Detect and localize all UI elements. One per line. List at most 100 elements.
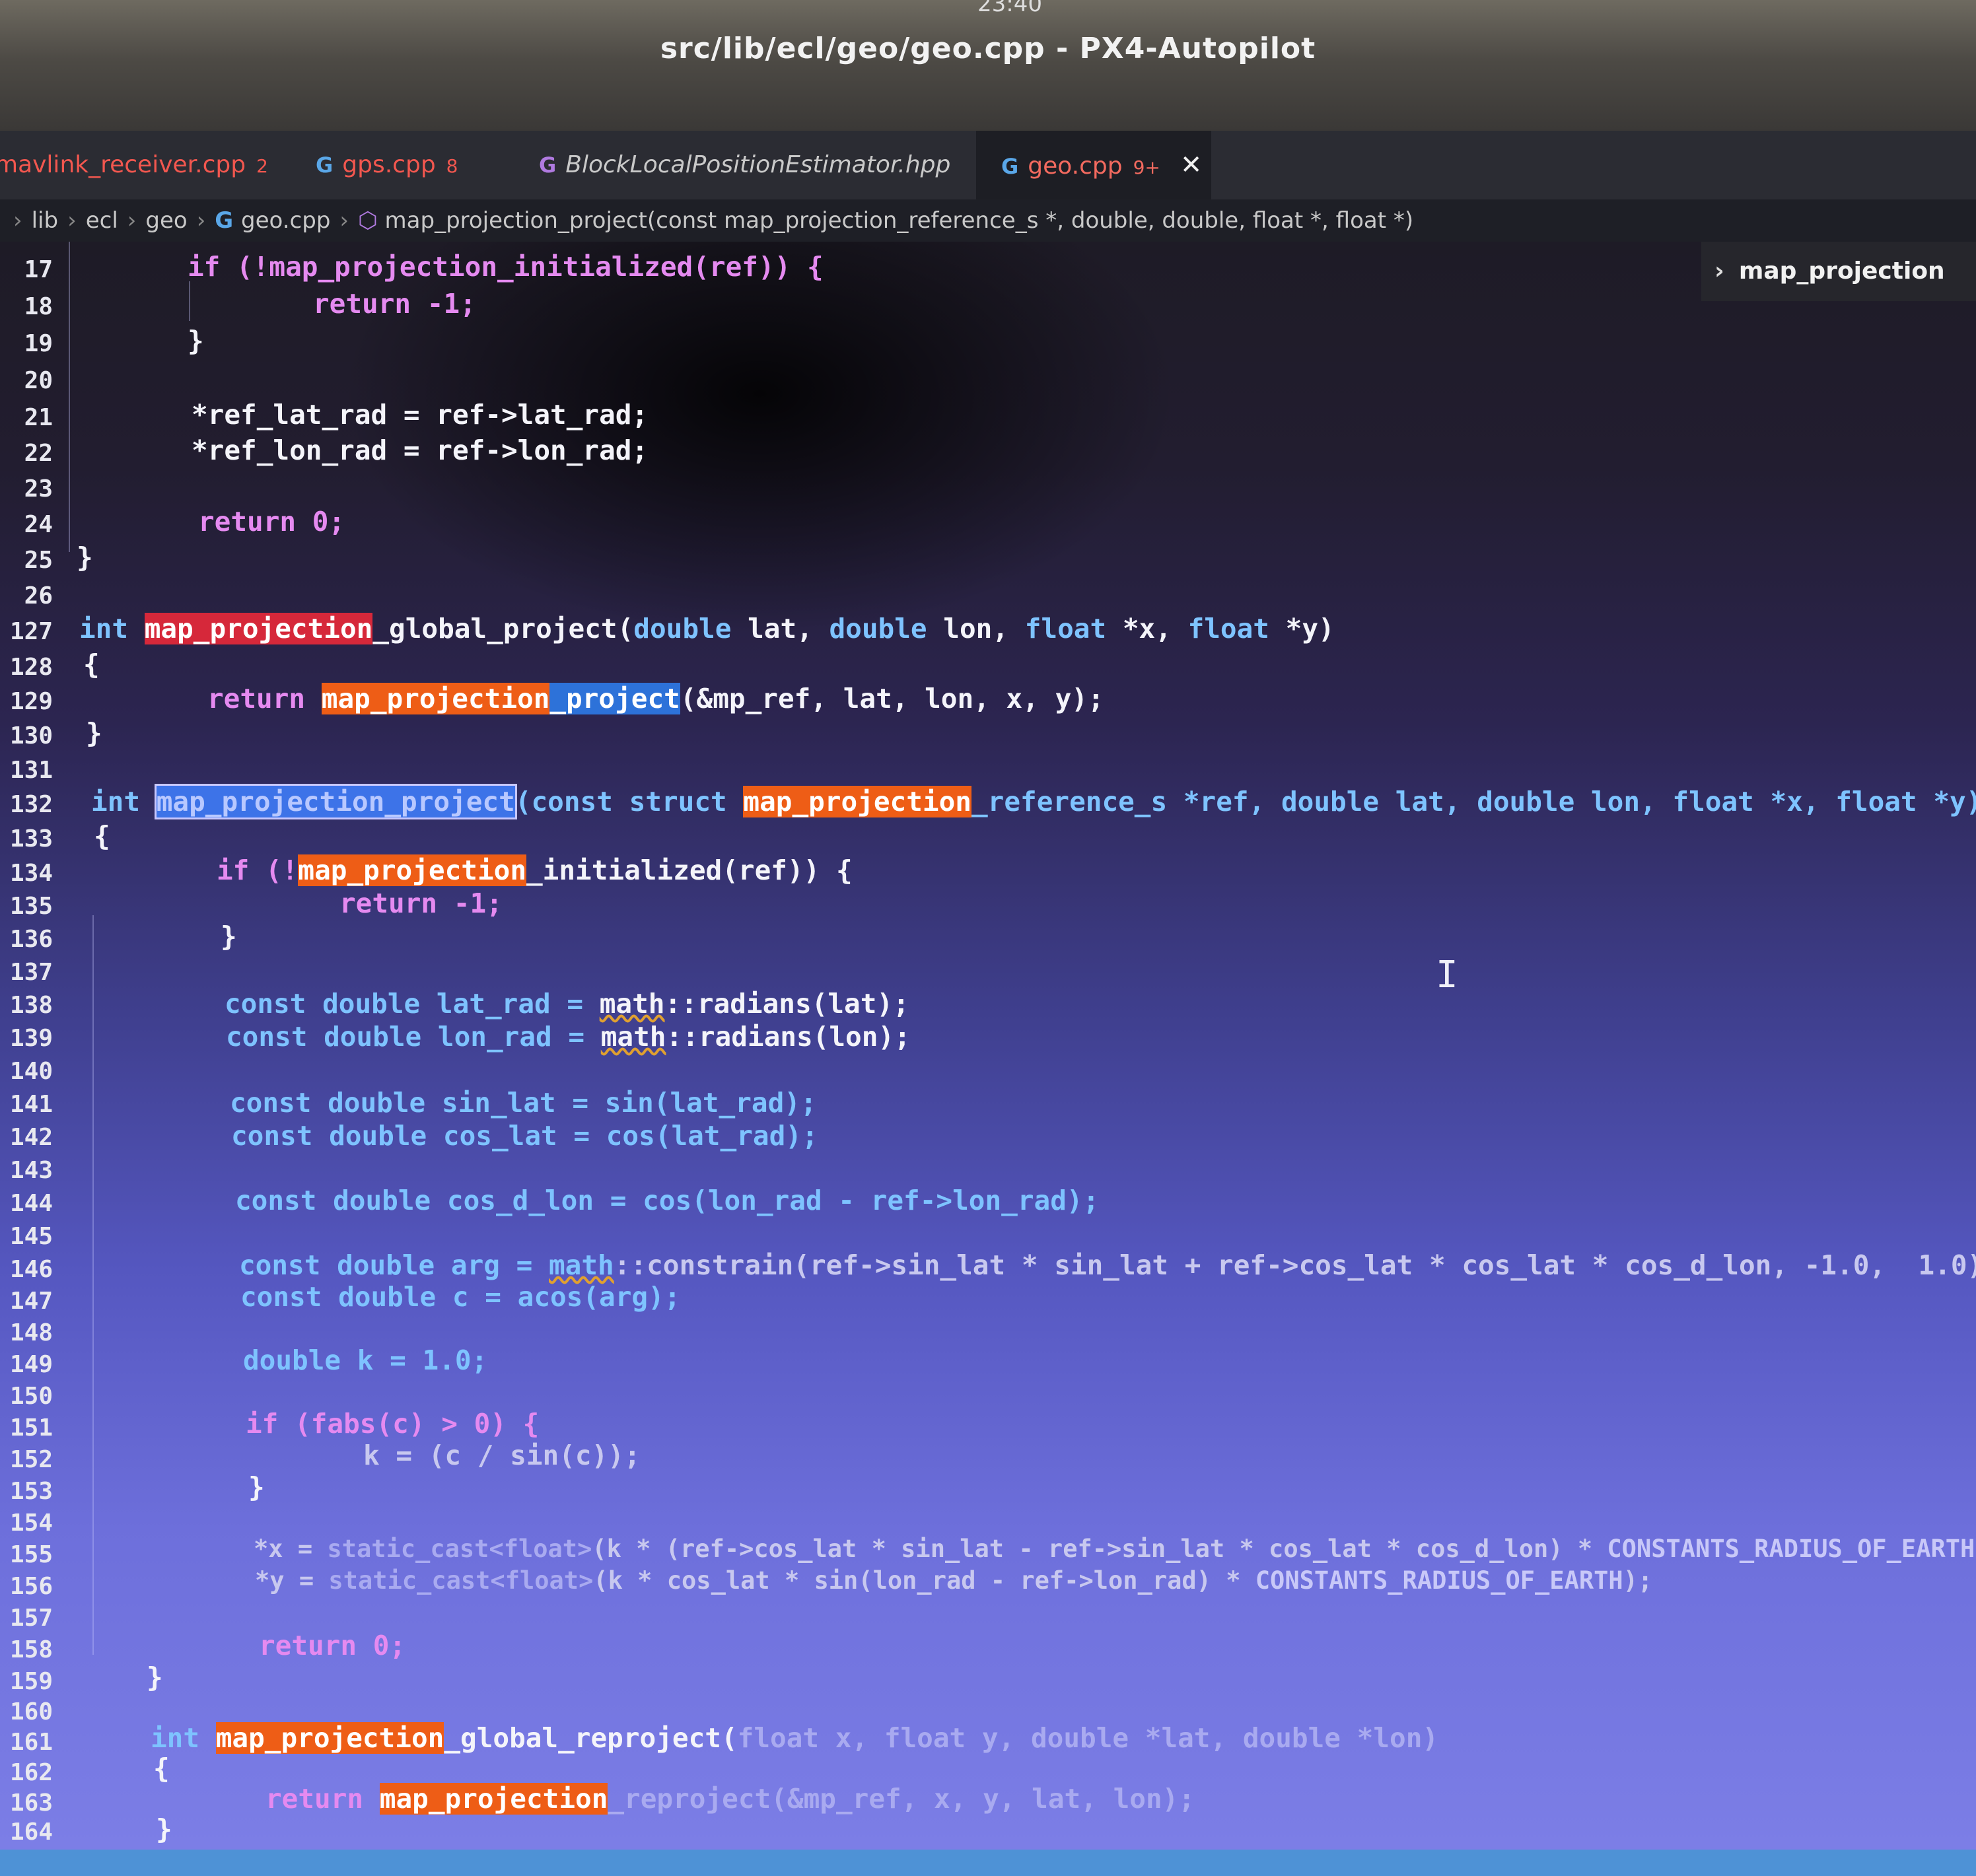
line-number: 152 [9, 1446, 53, 1473]
line-number: 21 [24, 404, 53, 431]
chevron-right-icon: › [13, 207, 22, 234]
line-number: 134 [9, 860, 53, 887]
breadcrumb-symbol[interactable]: map_projection_project(const map_project… [385, 207, 1414, 234]
cpp-file-icon: G [1001, 154, 1019, 179]
problem-count-badge: 2 [256, 155, 268, 177]
code-line: } [77, 541, 93, 573]
line-number: 24 [24, 511, 53, 538]
indent-guide [69, 242, 70, 552]
line-number: 153 [9, 1478, 53, 1505]
line-number: 162 [9, 1759, 53, 1786]
code-line: } [221, 921, 237, 952]
code-line: const double lat_rad = math::radians(lat… [225, 988, 909, 1020]
tab-label: BlockLocalPositionEstimator.hpp [565, 151, 951, 178]
line-number: 129 [9, 688, 53, 715]
line-number: 136 [9, 926, 53, 953]
breadcrumb-item-ecl[interactable]: ecl [86, 207, 118, 234]
line-number: 156 [9, 1573, 53, 1600]
chevron-right-icon: › [67, 207, 77, 234]
line-number: 133 [9, 825, 53, 852]
search-match: map_projection [743, 786, 971, 817]
search-match: map_projection [298, 854, 526, 886]
breadcrumb-item-lib[interactable]: lib [32, 207, 58, 234]
cpp-file-icon: G [316, 153, 334, 178]
code-line: return 0; [198, 506, 345, 538]
line-number: 139 [9, 1025, 53, 1052]
code-line: } [147, 1661, 163, 1693]
line-number: 157 [9, 1605, 53, 1632]
close-icon[interactable]: ✕ [1180, 150, 1203, 180]
line-number: 23 [24, 475, 53, 503]
line-number-gutter: 17 18 19 20 21 22 23 24 25 26 127 128 12… [0, 242, 66, 1850]
line-number: 161 [9, 1729, 53, 1756]
chevron-right-icon: › [196, 207, 206, 234]
code-line: k = (c / sin(c)); [363, 1440, 641, 1471]
line-number: 25 [24, 547, 53, 574]
line-number: 132 [9, 791, 53, 818]
cpp-header-file-icon: G [539, 153, 557, 178]
code-line: const double sin_lat = sin(lat_rad); [230, 1087, 817, 1119]
code-line: } [156, 1813, 172, 1845]
code-line: const double cos_d_lon = cos(lon_rad - r… [235, 1185, 1100, 1216]
code-line: { [94, 820, 110, 852]
line-number: 137 [9, 959, 53, 986]
code-line: int map_projection_project(const struct … [91, 786, 1976, 817]
line-number: 138 [9, 992, 53, 1019]
line-number: 140 [9, 1058, 53, 1085]
code-line: if (fabs(c) > 0) { [246, 1408, 540, 1440]
sticky-scroll-header[interactable]: › map_projection [1701, 242, 1976, 301]
code-line: const double cos_lat = cos(lat_rad); [231, 1120, 818, 1152]
line-number: 128 [9, 654, 53, 681]
code-line: } [86, 717, 102, 749]
code-line: *y = static_cast<float>(k * cos_lat * si… [255, 1566, 1653, 1595]
code-line: int map_projection_global_project(double… [79, 613, 1335, 644]
line-number: 145 [9, 1223, 53, 1250]
line-number: 26 [24, 582, 53, 609]
line-number: 130 [9, 722, 53, 749]
status-bar [0, 1850, 1976, 1876]
line-number: 158 [9, 1636, 53, 1663]
breadcrumb-item-geo[interactable]: geo [145, 207, 187, 234]
code-line: const double lon_rad = math::radians(lon… [226, 1021, 911, 1053]
chevron-right-icon: › [127, 207, 137, 234]
line-number: 149 [9, 1351, 53, 1378]
line-number: 150 [9, 1383, 53, 1410]
clock: 23:40 [977, 0, 1042, 17]
search-match-current: map_projection [144, 613, 373, 644]
cpp-file-icon: G [215, 207, 242, 234]
code-line: { [153, 1753, 170, 1784]
code-line: *x = static_cast<float>(k * (ref->cos_la… [254, 1535, 1976, 1563]
line-number: 22 [24, 440, 53, 467]
search-match: map_projection [321, 683, 550, 714]
problem-count-badge: 9+ [1133, 156, 1160, 178]
sticky-scroll-label: map_projection [1738, 258, 1945, 285]
line-number: 127 [9, 618, 53, 645]
line-number: 144 [9, 1190, 53, 1217]
selected-text: map_projection_project [156, 786, 515, 817]
code-editor[interactable]: 17 18 19 20 21 22 23 24 25 26 127 128 12… [0, 242, 1976, 1850]
line-number: 143 [9, 1157, 53, 1184]
line-number: 142 [9, 1124, 53, 1151]
line-number: 135 [9, 893, 53, 920]
code-line: const double c = acos(arg); [240, 1281, 681, 1313]
tab-gps[interactable]: Ggps.cpp 8 [316, 131, 458, 199]
line-number: 18 [24, 293, 53, 320]
tab-block-local-position-estimator[interactable]: G BlockLocalPositionEstimator.hpp [539, 131, 950, 199]
line-number: 146 [9, 1256, 53, 1283]
code-line: return -1; [339, 887, 503, 919]
text-cursor-icon: I [1436, 954, 1458, 996]
code-line: *ref_lat_rad = ref->lat_rad; [192, 399, 649, 431]
tab-bar: mavlink_receiver.cpp 2 Ggps.cpp 8 G BlockLo… [0, 131, 1976, 199]
breadcrumb-item-file[interactable]: geo.cpp [241, 207, 330, 234]
line-number: 163 [9, 1789, 53, 1817]
problem-count-badge: 8 [446, 155, 458, 177]
code-line: int map_projection_global_reproject(floa… [151, 1722, 1439, 1754]
line-number: 154 [9, 1510, 53, 1537]
tab-geo-active[interactable]: Ggeo.cpp 9+ ✕ [976, 131, 1211, 199]
search-match: map_projection [215, 1722, 444, 1754]
line-number: 20 [24, 367, 53, 394]
word-highlight: _project [549, 683, 680, 714]
line-number: 17 [24, 256, 53, 283]
tab-mavlink-receiver[interactable]: mavlink_receiver.cpp 2 [0, 131, 268, 199]
window-title: src/lib/ecl/geo/geo.cpp - PX4-Autopilot [660, 32, 1316, 65]
